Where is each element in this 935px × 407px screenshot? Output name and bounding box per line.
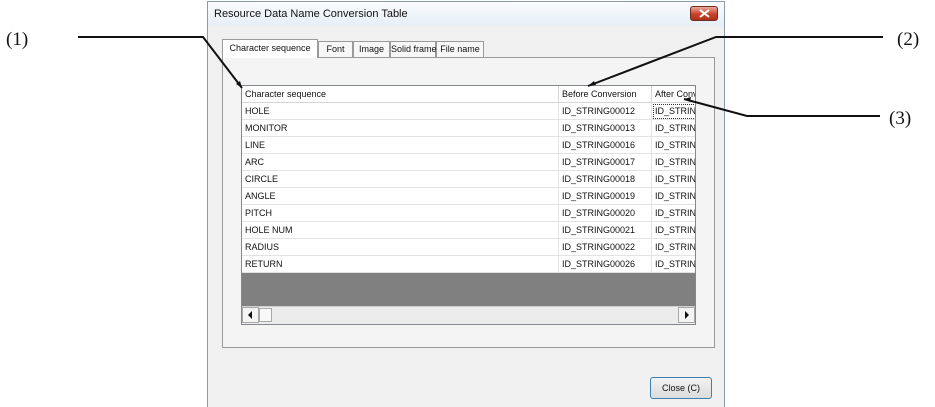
table-row[interactable]: MONITOR ID_STRING00013 ID_STRING00013 bbox=[242, 120, 695, 137]
cell-character-sequence: HOLE bbox=[242, 103, 559, 120]
table-row[interactable]: RADIUS ID_STRING00022 ID_STRING00022 bbox=[242, 239, 695, 256]
cell-after-conversion[interactable]: ID_STRING00013 bbox=[652, 120, 695, 137]
scroll-left-button[interactable] bbox=[242, 307, 259, 323]
cell-after-conversion[interactable]: ID_STRING00016 bbox=[652, 137, 695, 154]
table-row[interactable]: RETURN ID_STRING00026 ID_STRING00026 bbox=[242, 256, 695, 273]
cell-character-sequence: MONITOR bbox=[242, 120, 559, 137]
table-row[interactable]: ARC ID_STRING00017 ID_STRING00017 bbox=[242, 154, 695, 171]
table-row[interactable]: PITCH ID_STRING00020 ID_STRING00020 bbox=[242, 205, 695, 222]
arrow-left-icon bbox=[248, 311, 252, 319]
cell-character-sequence: RADIUS bbox=[242, 239, 559, 256]
arrow-right-icon bbox=[685, 311, 689, 319]
cell-after-conversion[interactable]: ID_STRING00019 bbox=[652, 188, 695, 205]
column-header-character-sequence[interactable]: Character sequence bbox=[242, 86, 559, 102]
table-row[interactable]: CIRCLE ID_STRING00018 ID_STRING00018 bbox=[242, 171, 695, 188]
cell-before-conversion: ID_STRING00016 bbox=[559, 137, 652, 154]
cell-before-conversion: ID_STRING00020 bbox=[559, 205, 652, 222]
table-row[interactable]: HOLE ID_STRING00012 ID_STRING00012 bbox=[242, 103, 695, 120]
table-row[interactable]: HOLE NUM ID_STRING00021 ID_STRING00021 bbox=[242, 222, 695, 239]
cell-after-conversion[interactable]: ID_STRING00022 bbox=[652, 239, 695, 256]
cell-after-conversion[interactable]: ID_STRING00018 bbox=[652, 171, 695, 188]
callout-label-2: (2) bbox=[897, 29, 920, 50]
horizontal-scrollbar[interactable] bbox=[242, 306, 695, 324]
close-button[interactable]: Close (C) bbox=[650, 377, 712, 399]
cell-after-conversion[interactable]: ID_STRING00021 bbox=[652, 222, 695, 239]
cell-character-sequence: LINE bbox=[242, 137, 559, 154]
tab-font[interactable]: Font bbox=[318, 41, 353, 57]
cell-character-sequence: ARC bbox=[242, 154, 559, 171]
cell-before-conversion: ID_STRING00026 bbox=[559, 256, 652, 273]
column-header-after-conversion[interactable]: After Conversion bbox=[652, 86, 695, 102]
window-title: Resource Data Name Conversion Table bbox=[214, 8, 408, 20]
cell-before-conversion: ID_STRING00021 bbox=[559, 222, 652, 239]
cell-character-sequence: HOLE NUM bbox=[242, 222, 559, 239]
cell-character-sequence: RETURN bbox=[242, 256, 559, 273]
cell-before-conversion: ID_STRING00013 bbox=[559, 120, 652, 137]
cell-character-sequence: ANGLE bbox=[242, 188, 559, 205]
callout-label-1: (1) bbox=[6, 29, 29, 50]
tab-image[interactable]: Image bbox=[353, 41, 390, 57]
table-header: Character sequence Before Conversion Aft… bbox=[242, 86, 695, 103]
cell-before-conversion: ID_STRING00022 bbox=[559, 239, 652, 256]
cell-character-sequence: PITCH bbox=[242, 205, 559, 222]
window-close-button[interactable] bbox=[690, 6, 718, 21]
callout-label-3: (3) bbox=[889, 108, 912, 129]
tab-file-name[interactable]: File name bbox=[436, 41, 484, 57]
cell-after-conversion[interactable]: ID_STRING00017 bbox=[652, 154, 695, 171]
title-bar[interactable]: Resource Data Name Conversion Table bbox=[208, 2, 724, 26]
tab-solid-frame[interactable]: Solid frame bbox=[390, 41, 437, 57]
scroll-right-button[interactable] bbox=[678, 307, 695, 323]
scroll-thumb[interactable] bbox=[259, 308, 272, 322]
cell-after-conversion[interactable]: ID_STRING00020 bbox=[652, 205, 695, 222]
conversion-table[interactable]: Character sequence Before Conversion Aft… bbox=[241, 85, 696, 325]
table-row[interactable]: ANGLE ID_STRING00019 ID_STRING00019 bbox=[242, 188, 695, 205]
cell-after-conversion[interactable]: ID_STRING00026 bbox=[652, 256, 695, 273]
tab-character-sequence[interactable]: Character sequence bbox=[222, 39, 318, 58]
dialog-window: Resource Data Name Conversion Table Char… bbox=[207, 1, 725, 407]
cell-after-conversion[interactable]: ID_STRING00012 bbox=[652, 103, 695, 120]
cell-before-conversion: ID_STRING00017 bbox=[559, 154, 652, 171]
cell-character-sequence: CIRCLE bbox=[242, 171, 559, 188]
column-header-before-conversion[interactable]: Before Conversion bbox=[559, 86, 652, 102]
cell-before-conversion: ID_STRING00018 bbox=[559, 171, 652, 188]
cell-before-conversion: ID_STRING00012 bbox=[559, 103, 652, 120]
close-icon bbox=[699, 9, 710, 18]
cell-before-conversion: ID_STRING00019 bbox=[559, 188, 652, 205]
table-row[interactable]: LINE ID_STRING00016 ID_STRING00016 bbox=[242, 137, 695, 154]
